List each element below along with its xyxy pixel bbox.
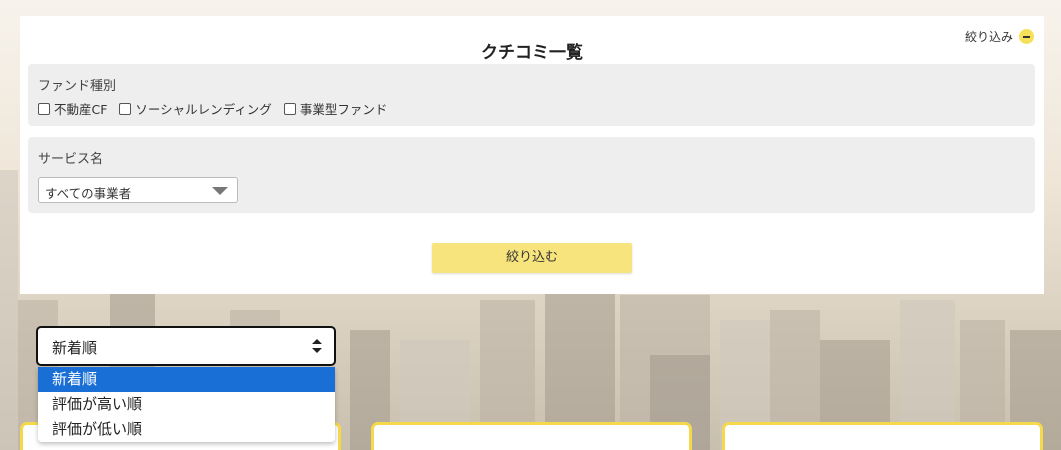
checkbox-social-lending[interactable]: ソーシャルレンディング: [119, 99, 272, 118]
checkbox-icon[interactable]: [38, 102, 50, 115]
review-card[interactable]: [722, 422, 1043, 450]
checkbox-label: 事業型ファンド: [299, 102, 388, 117]
service-select[interactable]: すべての事業者: [38, 177, 238, 203]
sort-option-newest[interactable]: 新着順: [38, 367, 335, 392]
checkbox-business-fund[interactable]: 事業型ファンド: [283, 99, 388, 118]
apply-filter-button[interactable]: 絞り込む: [432, 243, 632, 273]
fund-type-section: ファンド種別 不動産CF ソーシャルレンディング 事業型ファンド: [28, 64, 1035, 126]
narrow-toggle-label: 絞り込み: [964, 30, 1013, 44]
triangle-down-icon: [212, 187, 228, 195]
sort-select[interactable]: 新着順: [36, 326, 336, 366]
page-title: クチコミ一覧: [481, 43, 583, 63]
sort-dropdown-list: 新着順 評価が高い順 評価が低い順: [38, 367, 335, 442]
narrow-toggle[interactable]: 絞り込み: [965, 28, 1034, 45]
checkbox-label: ソーシャルレンディング: [135, 102, 272, 117]
checkbox-label: 不動産CF: [54, 102, 108, 117]
filter-panel: クチコミ一覧 絞り込み ファンド種別 不動産CF ソーシャルレンディング 事業型…: [20, 16, 1044, 294]
checkbox-icon[interactable]: [283, 102, 296, 115]
sort-option-rating-high[interactable]: 評価が高い順: [38, 392, 335, 417]
service-section: サービス名 すべての事業者: [28, 137, 1035, 213]
up-down-arrows-icon: [312, 339, 322, 353]
service-select-value: すべての事業者: [45, 186, 132, 201]
service-label: サービス名: [38, 152, 104, 167]
checkbox-real-estate-cf[interactable]: 不動産CF: [38, 99, 107, 118]
sort-select-value: 新着順: [52, 339, 98, 357]
checkbox-icon[interactable]: [119, 102, 132, 115]
fund-type-label: ファンド種別: [38, 79, 117, 94]
sort-option-rating-low[interactable]: 評価が低い順: [38, 417, 335, 442]
minus-icon[interactable]: [1019, 29, 1034, 44]
review-card[interactable]: [371, 422, 692, 450]
